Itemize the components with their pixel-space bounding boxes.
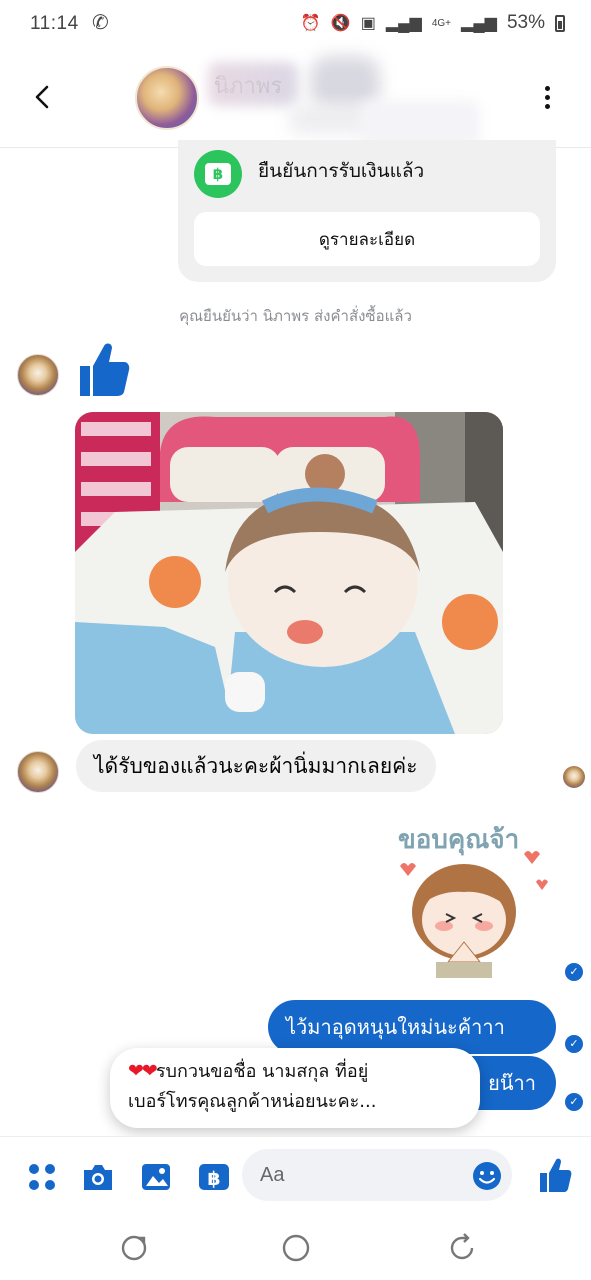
- messenger-screen: 11:14 ✆ ⏰ 🔇 ▣ ▂▄▆ 4G+ ▂▄▆ 53% นิภาพร ฿ ย…: [0, 0, 591, 1280]
- recent-apps-icon[interactable]: [118, 1232, 150, 1264]
- svg-text:฿: ฿: [207, 1168, 220, 1190]
- status-bar: 11:14 ✆ ⏰ 🔇 ▣ ▂▄▆ 4G+ ▂▄▆ 53%: [0, 0, 591, 48]
- thumbs-up-icon: [80, 343, 130, 396]
- camera-icon[interactable]: [80, 1159, 116, 1195]
- like-icon[interactable]: [538, 1157, 572, 1193]
- redaction-blur: [290, 104, 370, 134]
- sim-icon: ▣: [360, 15, 376, 32]
- view-details-button[interactable]: ดูรายละเอียด: [194, 212, 540, 266]
- system-navigation-bar: [0, 1216, 591, 1280]
- status-icons: ⏰ 🔇 ▣ ▂▄▆ 4G+ ▂▄▆ 53%: [301, 12, 565, 34]
- thank-you-sticker[interactable]: ขอบคุณจ้า: [386, 812, 554, 982]
- payment-confirmation-card: ฿ ยืนยันการรับเงินแล้ว ดูรายละเอียด: [178, 140, 556, 282]
- payment-status-text: ยืนยันการรับเงินแล้ว: [258, 160, 425, 182]
- gallery-icon[interactable]: [138, 1159, 174, 1195]
- message-preview-popup[interactable]: ❤❤รบกวนขอชื่อ นามสกุล ที่อยู่ เบอร์โทรคุ…: [110, 1048, 480, 1128]
- battery-icon: [555, 14, 565, 32]
- sender-avatar[interactable]: [17, 751, 59, 793]
- redaction-blur: [208, 62, 298, 106]
- contact-avatar[interactable]: [135, 66, 199, 130]
- received-message-bubble[interactable]: ได้รับของแล้วนะคะผ้านิ่มมากเลยค่ะ: [76, 740, 436, 792]
- sent-message-text: ยน๊าา: [488, 1071, 536, 1095]
- signal-icon: ▂▄▆: [385, 15, 422, 32]
- apps-grid-icon[interactable]: [24, 1159, 60, 1195]
- mute-icon: 🔇: [330, 15, 351, 32]
- hearts-icon: ❤❤: [128, 1060, 158, 1082]
- back-rotate-icon[interactable]: [446, 1232, 478, 1264]
- system-note: คุณยืนยันว่า นิภาพร ส่งคำสั่งซื้อแล้ว: [179, 307, 412, 325]
- bed-blanket-photo[interactable]: [75, 412, 503, 734]
- baht-pay-icon[interactable]: ฿: [196, 1159, 232, 1195]
- photo-image: [75, 412, 503, 734]
- more-options-icon[interactable]: [537, 84, 557, 114]
- call-icon: ✆: [92, 12, 109, 34]
- status-time: 11:14: [30, 13, 79, 34]
- chat-header: นิภาพร: [0, 48, 591, 150]
- back-arrow-icon[interactable]: [28, 82, 58, 112]
- sender-avatar[interactable]: [17, 354, 59, 396]
- popup-line-2: เบอร์โทรคุณลูกค้าหน่อยนะคะ...: [128, 1091, 377, 1112]
- delivered-check-icon: ✓: [565, 1093, 583, 1111]
- popup-line-1: ❤❤รบกวนขอชื่อ นามสกุล ที่อยู่: [128, 1060, 369, 1082]
- battery-percent: 53%: [506, 12, 545, 33]
- sent-message-bubble[interactable]: ไว้มาอุดหนุนใหม่นะค้าาา: [268, 1000, 556, 1054]
- network-label: 4G+: [431, 17, 452, 29]
- signal-icon-2: ▂▄▆: [461, 15, 497, 32]
- alarm-icon: ⏰: [300, 15, 321, 32]
- delivered-check-icon: ✓: [565, 1035, 583, 1053]
- sticker-caption: ขอบคุณจ้า: [398, 825, 519, 856]
- baht-payment-icon: ฿: [194, 150, 242, 198]
- delivered-check-icon: ✓: [565, 963, 583, 981]
- seen-avatar: [563, 766, 585, 788]
- emoji-icon[interactable]: [472, 1161, 502, 1191]
- home-icon[interactable]: [280, 1232, 312, 1264]
- message-composer: ฿: [0, 1136, 591, 1216]
